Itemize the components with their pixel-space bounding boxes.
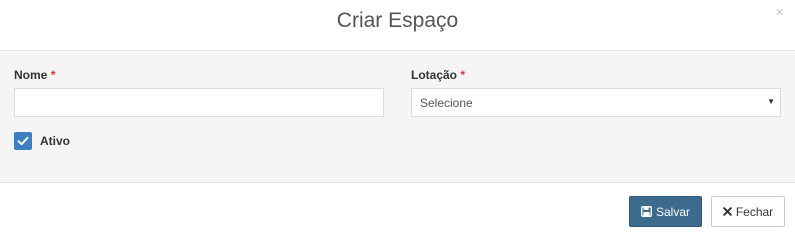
- nome-label-text: Nome: [14, 68, 48, 82]
- create-space-modal: Criar Espaço × Nome * Lotação * Selecion…: [0, 0, 795, 237]
- save-button[interactable]: Salvar: [629, 196, 702, 227]
- check-icon: [17, 136, 29, 146]
- close-button[interactable]: Fechar: [711, 196, 785, 227]
- modal-header: Criar Espaço ×: [0, 0, 795, 51]
- lotacao-select[interactable]: Selecione ▼: [411, 88, 781, 117]
- modal-body: Nome * Lotação * Selecione ▼ Ativo: [0, 51, 795, 183]
- ativo-label: Ativo: [40, 134, 70, 148]
- nome-label: Nome *: [14, 68, 55, 82]
- close-icon[interactable]: ×: [775, 5, 784, 21]
- required-marker: *: [460, 68, 466, 82]
- save-icon: [641, 206, 652, 217]
- lotacao-label: Lotação *: [411, 68, 465, 82]
- times-icon: [723, 207, 732, 216]
- lotacao-label-text: Lotação: [411, 68, 458, 82]
- nome-input[interactable]: [15, 89, 383, 116]
- lotacao-select-value: Selecione: [420, 96, 473, 110]
- close-button-label: Fechar: [735, 204, 774, 219]
- ativo-checkbox[interactable]: [14, 132, 32, 150]
- save-button-label: Salvar: [655, 204, 690, 219]
- modal-footer: Salvar Fechar: [0, 183, 795, 237]
- caret-down-icon: ▼: [767, 97, 775, 106]
- required-marker: *: [50, 68, 56, 82]
- nome-field-wrapper: [14, 88, 384, 117]
- modal-title: Criar Espaço: [336, 9, 459, 32]
